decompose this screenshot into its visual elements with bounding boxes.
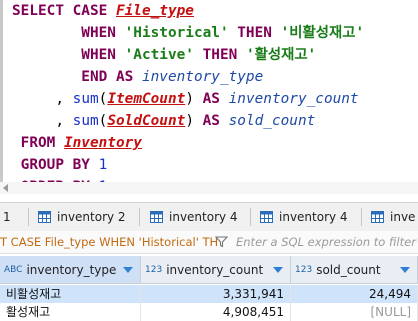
sort-descending-icon[interactable] <box>273 267 283 273</box>
tab-divider <box>250 208 251 226</box>
code-token: sold_count <box>228 113 316 129</box>
code-token: '비활성재고' <box>280 25 365 41</box>
table-icon <box>371 211 384 223</box>
code-token: sum <box>72 91 99 107</box>
filter-icon[interactable] <box>215 235 228 248</box>
column-header-sold-count[interactable]: 123 sold_count <box>291 256 418 284</box>
result-tab-bar: 1 inventory 2 inventory 4 inventory 4 in… <box>0 202 418 232</box>
code-token: Inventory <box>63 135 142 151</box>
code-token: SELECT CASE <box>12 3 116 19</box>
tab-divider <box>361 208 362 226</box>
sql-editor[interactable]: SELECT CASE File_type WHEN 'Historical' … <box>0 0 418 194</box>
table-icon <box>38 211 51 223</box>
code-token: inventory_count <box>228 91 359 107</box>
code-line[interactable]: END AS inventory_type <box>12 66 263 88</box>
code-token: SoldCount <box>107 113 186 129</box>
code-token: ItemCount <box>107 91 186 107</box>
text-type-icon: ABC <box>4 264 23 275</box>
code-token: ) <box>185 91 203 107</box>
editor-horizontal-scrollbar[interactable] <box>0 182 418 194</box>
tab-inventory-4[interactable]: inventory 4 <box>150 203 238 231</box>
tab-label: inventory 2 <box>57 210 126 224</box>
code-line[interactable]: FROM Inventory <box>12 132 142 154</box>
cell-inventory-type[interactable]: 비활성재고 <box>0 285 141 303</box>
code-token: '활성재고' <box>245 47 317 63</box>
query-preview: T CASE File_type WHEN 'Historical' TH <box>0 235 219 249</box>
number-type-icon: 123 <box>295 264 313 275</box>
code-token: THEN <box>193 47 246 63</box>
code-token: AS <box>202 91 229 107</box>
tab-inventory-truncated[interactable]: inve <box>371 203 415 231</box>
code-token: , <box>12 91 73 107</box>
tab-inventory-2[interactable]: inventory 2 <box>38 203 126 231</box>
code-token: THEN <box>228 25 281 41</box>
cell-inventory-type[interactable]: 활성재고 <box>0 303 141 321</box>
tab-divider <box>139 208 140 226</box>
code-token: FROM <box>12 135 64 151</box>
code-token: AS <box>202 113 229 129</box>
tab-label: inve <box>390 210 416 224</box>
code-token: , <box>12 113 73 129</box>
table-row[interactable]: 활성재고 4,908,451 [NULL] <box>0 303 418 321</box>
tab-divider <box>28 208 29 226</box>
cell-inventory-count[interactable]: 4,908,451 <box>141 303 291 321</box>
code-token: 'Active' <box>124 47 194 63</box>
column-header-inventory-type[interactable]: ABC inventory_type <box>0 256 141 284</box>
code-line[interactable]: WHEN 'Historical' THEN '비활성재고' <box>12 22 364 44</box>
code-line[interactable]: WHEN 'Active' THEN '활성재고' <box>12 44 316 66</box>
code-token: sum <box>72 113 99 129</box>
tab-label: inventory 4 <box>169 210 238 224</box>
code-token: File_type <box>115 3 194 19</box>
table-row[interactable]: 비활성재고 3,331,941 24,494 <box>0 285 418 303</box>
column-header-label: inventory_type <box>26 262 117 277</box>
code-line[interactable]: , sum(ItemCount) AS inventory_count <box>12 88 359 110</box>
scroll-left-arrow-icon[interactable] <box>3 184 8 192</box>
code-line[interactable]: SELECT CASE File_type <box>12 0 194 22</box>
column-header-label: sold_count <box>316 262 381 277</box>
code-line[interactable]: , sum(SoldCount) AS sold_count <box>12 110 315 132</box>
sort-descending-icon[interactable] <box>400 267 410 273</box>
code-token: WHEN <box>12 25 125 41</box>
cell-sold-count[interactable]: 24,494 <box>291 285 418 303</box>
tab-inventory-4-second[interactable]: inventory 4 <box>260 203 348 231</box>
table-icon <box>260 211 273 223</box>
code-token: GROUP BY <box>12 157 99 173</box>
code-token: END AS <box>12 69 142 85</box>
tab-label: 1 <box>3 210 11 224</box>
column-header-label: inventory_count <box>166 262 264 277</box>
editor-gutter <box>0 0 3 194</box>
filter-expression-input[interactable] <box>232 232 418 252</box>
code-token: WHEN <box>12 47 125 63</box>
code-token: ) <box>185 113 203 129</box>
code-line[interactable]: GROUP BY 1 <box>12 154 108 176</box>
tab-label: inventory 4 <box>279 210 348 224</box>
code-token: inventory_type <box>141 69 264 85</box>
code-token: 'Historical' <box>124 25 229 41</box>
cell-inventory-count[interactable]: 3,331,941 <box>141 285 291 303</box>
code-token: 1 <box>98 157 108 173</box>
tab-1[interactable]: 1 <box>3 203 11 231</box>
filter-bar: T CASE File_type WHEN 'Historical' TH <box>0 231 418 254</box>
result-grid[interactable]: ABC inventory_type 123 inventory_count 1… <box>0 256 418 321</box>
cell-sold-count-null[interactable]: [NULL] <box>291 303 418 321</box>
number-type-icon: 123 <box>145 264 163 275</box>
table-icon <box>150 211 163 223</box>
sort-descending-icon[interactable] <box>123 267 133 273</box>
column-header-inventory-count[interactable]: 123 inventory_count <box>141 256 291 284</box>
